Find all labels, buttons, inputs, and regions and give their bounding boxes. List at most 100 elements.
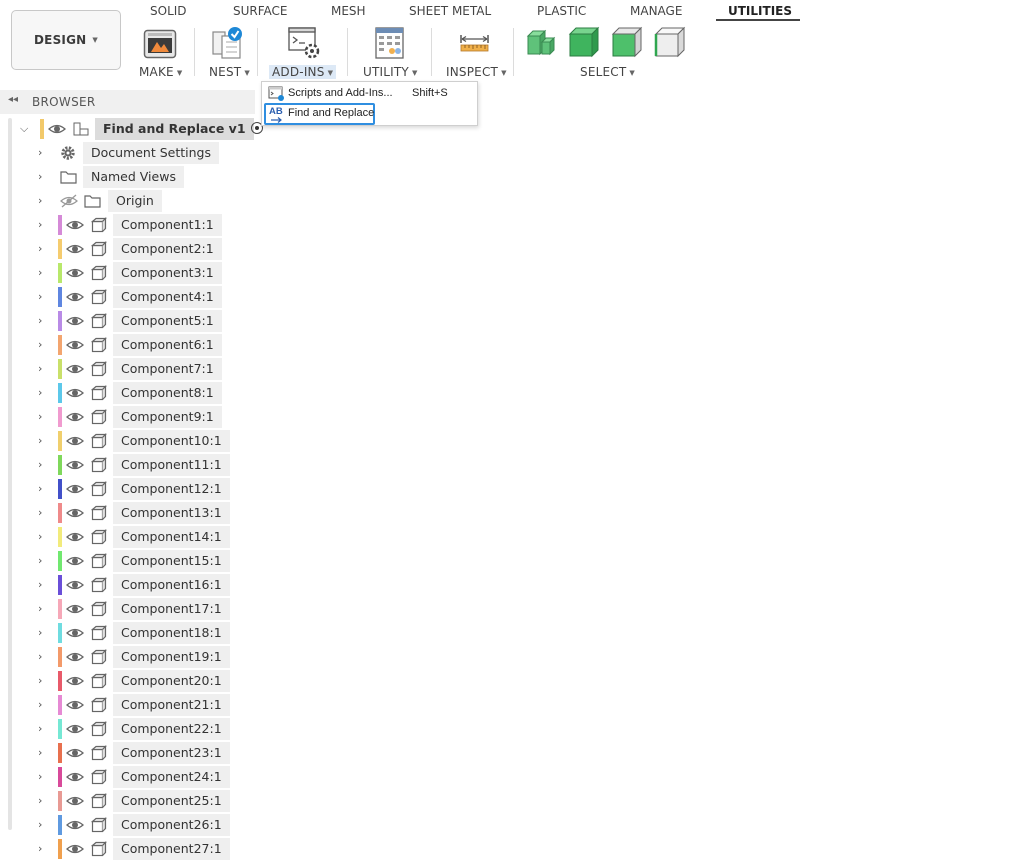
- select-group-button[interactable]: SELECT ▼: [580, 65, 635, 79]
- eye-icon[interactable]: [66, 673, 84, 689]
- eye-icon[interactable]: [66, 649, 84, 665]
- eye-icon[interactable]: [66, 313, 84, 329]
- eye-icon[interactable]: [66, 289, 84, 305]
- chevron-right-icon[interactable]: ›: [38, 458, 42, 471]
- nest-group-button[interactable]: NEST ▼: [209, 65, 250, 79]
- eye-icon[interactable]: [66, 625, 84, 641]
- utility-table-icon[interactable]: [375, 27, 405, 60]
- tree-item-document-settings[interactable]: › Document Settings: [20, 142, 220, 164]
- component-row[interactable]: › Component16:1: [20, 574, 230, 596]
- tree-item-origin[interactable]: › Origin: [20, 190, 220, 212]
- tab-sheet-metal[interactable]: SHEET METAL: [409, 4, 491, 18]
- component-row[interactable]: › Component24:1: [20, 766, 230, 788]
- chevron-right-icon[interactable]: ›: [38, 338, 42, 351]
- chevron-right-icon[interactable]: ›: [38, 218, 42, 231]
- chevron-right-icon[interactable]: ›: [38, 194, 42, 207]
- component-row[interactable]: › Component3:1: [20, 262, 222, 284]
- tab-solid[interactable]: SOLID: [150, 4, 187, 18]
- eye-icon[interactable]: [66, 769, 84, 785]
- make-3d-print-icon[interactable]: [143, 28, 177, 60]
- component-row[interactable]: › Component11:1: [20, 454, 230, 476]
- component-row[interactable]: › Component18:1: [20, 622, 230, 644]
- eye-icon[interactable]: [66, 841, 84, 857]
- eye-icon[interactable]: [66, 721, 84, 737]
- chevron-right-icon[interactable]: ›: [38, 698, 42, 711]
- select-body-icon[interactable]: [568, 26, 600, 58]
- select-edge-icon[interactable]: [654, 26, 686, 58]
- eye-icon[interactable]: [66, 265, 84, 281]
- tree-root-row[interactable]: ⌵ Find and Replace v1: [20, 118, 263, 140]
- eye-hidden-icon[interactable]: [60, 193, 78, 209]
- chevron-right-icon[interactable]: ›: [38, 290, 42, 303]
- tab-surface[interactable]: SURFACE: [233, 4, 288, 18]
- chevron-right-icon[interactable]: ›: [38, 554, 42, 567]
- component-row[interactable]: › Component4:1: [20, 286, 222, 308]
- chevron-right-icon[interactable]: ›: [38, 770, 42, 783]
- eye-icon[interactable]: [66, 553, 84, 569]
- component-row[interactable]: › Component20:1: [20, 670, 230, 692]
- tab-manage[interactable]: MANAGE: [630, 4, 682, 18]
- component-row[interactable]: › Component27:1: [20, 838, 230, 860]
- eye-icon[interactable]: [66, 385, 84, 401]
- chevron-right-icon[interactable]: ›: [38, 842, 42, 855]
- collapse-panel-icon[interactable]: ◂◂: [8, 94, 18, 105]
- chevron-right-icon[interactable]: ›: [38, 794, 42, 807]
- chevron-right-icon[interactable]: ›: [38, 314, 42, 327]
- nest-icon[interactable]: [210, 26, 246, 60]
- chevron-right-icon[interactable]: ›: [38, 434, 42, 447]
- chevron-right-icon[interactable]: ›: [38, 578, 42, 591]
- eye-icon[interactable]: [66, 793, 84, 809]
- eye-icon[interactable]: [66, 457, 84, 473]
- component-row[interactable]: › Component14:1: [20, 526, 230, 548]
- browser-scrollbar[interactable]: [8, 118, 12, 830]
- eye-icon[interactable]: [66, 601, 84, 617]
- chevron-right-icon[interactable]: ›: [38, 146, 42, 159]
- chevron-right-icon[interactable]: ›: [38, 650, 42, 663]
- chevron-right-icon[interactable]: ›: [38, 818, 42, 831]
- eye-icon[interactable]: [66, 577, 84, 593]
- scripts-addins-icon[interactable]: [288, 27, 322, 60]
- component-row[interactable]: › Component9:1: [20, 406, 222, 428]
- eye-icon[interactable]: [66, 361, 84, 377]
- chevron-down-icon[interactable]: ⌵: [20, 122, 28, 136]
- measure-ruler-icon[interactable]: [459, 33, 491, 53]
- component-row[interactable]: › Component12:1: [20, 478, 230, 500]
- eye-icon[interactable]: [66, 817, 84, 833]
- chevron-right-icon[interactable]: ›: [38, 626, 42, 639]
- eye-icon[interactable]: [66, 529, 84, 545]
- tree-item-named-views[interactable]: › Named Views: [20, 166, 220, 188]
- chevron-right-icon[interactable]: ›: [38, 722, 42, 735]
- workspace-switcher-button[interactable]: DESIGN ▼: [11, 10, 121, 70]
- eye-icon[interactable]: [66, 745, 84, 761]
- component-row[interactable]: › Component6:1: [20, 334, 222, 356]
- addins-group-button[interactable]: ADD-INS ▼: [269, 65, 337, 79]
- chevron-right-icon[interactable]: ›: [38, 266, 42, 279]
- component-row[interactable]: › Component26:1: [20, 814, 230, 836]
- chevron-right-icon[interactable]: ›: [38, 242, 42, 255]
- eye-icon[interactable]: [66, 409, 84, 425]
- tab-utilities[interactable]: UTILITIES: [728, 4, 792, 18]
- chevron-right-icon[interactable]: ›: [38, 506, 42, 519]
- component-row[interactable]: › Component13:1: [20, 502, 230, 524]
- component-row[interactable]: › Component15:1: [20, 550, 230, 572]
- component-row[interactable]: › Component21:1: [20, 694, 230, 716]
- chevron-right-icon[interactable]: ›: [38, 410, 42, 423]
- component-row[interactable]: › Component25:1: [20, 790, 230, 812]
- eye-icon[interactable]: [66, 505, 84, 521]
- menu-item-scripts-addins[interactable]: Scripts and Add-Ins... Shift+S: [264, 84, 475, 104]
- eye-icon[interactable]: [66, 481, 84, 497]
- eye-icon[interactable]: [48, 121, 66, 137]
- component-row[interactable]: › Component5:1: [20, 310, 222, 332]
- eye-icon[interactable]: [66, 433, 84, 449]
- chevron-right-icon[interactable]: ›: [38, 362, 42, 375]
- component-row[interactable]: › Component8:1: [20, 382, 222, 404]
- eye-icon[interactable]: [66, 337, 84, 353]
- component-row[interactable]: › Component17:1: [20, 598, 230, 620]
- menu-item-find-and-replace[interactable]: AB Find and Replace: [264, 103, 375, 125]
- component-row[interactable]: › Component7:1: [20, 358, 222, 380]
- make-group-button[interactable]: MAKE ▼: [139, 65, 182, 79]
- chevron-right-icon[interactable]: ›: [38, 674, 42, 687]
- tab-mesh[interactable]: MESH: [331, 4, 366, 18]
- select-face-icon[interactable]: [611, 26, 643, 58]
- component-row[interactable]: › Component19:1: [20, 646, 230, 668]
